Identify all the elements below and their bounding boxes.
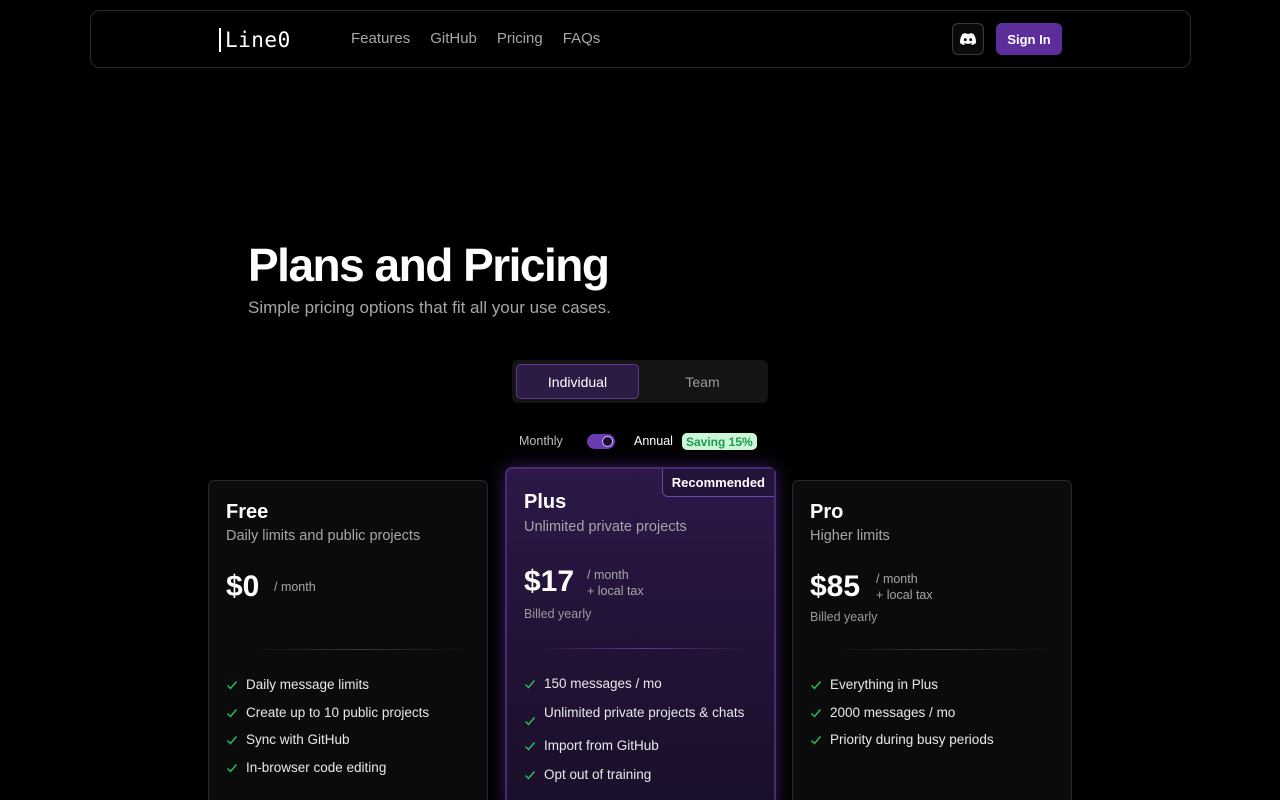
- page-title: Plans and Pricing: [248, 239, 610, 291]
- nav-links: Features GitHub Pricing FAQs: [351, 30, 620, 47]
- billed-text: Billed yearly: [524, 607, 592, 621]
- saving-badge: Saving 15%: [682, 433, 757, 450]
- billing-period-toggle[interactable]: [587, 434, 615, 449]
- plan-period: / month + local tax: [876, 571, 933, 603]
- feature-item: Everything in Plus: [810, 675, 1060, 695]
- logo-text: Line: [225, 28, 278, 52]
- plan-price: $17: [524, 565, 575, 598]
- billing-monthly-label[interactable]: Monthly: [519, 434, 563, 448]
- nav-link-faqs[interactable]: FAQs: [563, 30, 601, 47]
- feature-item: Sync with GitHub: [226, 730, 476, 750]
- feature-item: In-browser code editing: [226, 758, 476, 778]
- toggle-knob: [602, 436, 613, 447]
- nav-link-github[interactable]: GitHub: [430, 30, 477, 47]
- feature-item: Unlimited private projects & chats: [524, 703, 749, 727]
- feature-list: Everything in Plus 2000 messages / mo Pr…: [810, 675, 1060, 758]
- plan-name: Free: [226, 501, 269, 523]
- plan-period-text: / month: [587, 568, 629, 582]
- feature-item: 150 messages / mo: [524, 674, 749, 694]
- plan-card-pro: Pro Higher limits $85 / month + local ta…: [792, 480, 1072, 800]
- plan-card-plus: Recommended Plus Unlimited private proje…: [505, 467, 776, 800]
- plan-tax-text: + local tax: [876, 588, 933, 602]
- feature-text: Priority during busy periods: [830, 732, 994, 748]
- discord-icon: [960, 33, 976, 45]
- feature-text: Opt out of training: [544, 767, 652, 782]
- card-divider: [833, 649, 1053, 650]
- feature-text: Everything in Plus: [830, 677, 939, 692]
- plan-name: Pro: [810, 501, 844, 523]
- plan-period: / month: [274, 580, 316, 594]
- feature-text: 2000 messages / mo: [830, 704, 956, 720]
- feature-list: 150 messages / mo Unlimited private proj…: [524, 674, 749, 794]
- top-navbar: Line 0 Features GitHub Pricing FAQs Sign…: [90, 10, 1191, 68]
- check-icon: [811, 681, 822, 690]
- nav-link-features[interactable]: Features: [351, 30, 410, 47]
- plan-price: $85: [810, 570, 861, 603]
- check-icon: [525, 717, 536, 726]
- feature-item: 2000 messages / mo: [810, 703, 1060, 723]
- logo-bar: [219, 28, 221, 52]
- feature-text: Import from GitHub: [544, 738, 659, 753]
- feature-list: Daily message limits Create up to 10 pub…: [226, 675, 476, 786]
- feature-item: Priority during busy periods: [810, 730, 1060, 750]
- check-icon: [525, 680, 536, 689]
- card-divider: [249, 649, 469, 650]
- feature-text: Unlimited private projects & chats: [544, 705, 745, 720]
- feature-text: In-browser code editing: [246, 760, 387, 776]
- recommended-badge: Recommended: [661, 469, 774, 497]
- check-icon: [227, 708, 238, 718]
- check-icon: [227, 681, 238, 690]
- check-icon: [811, 736, 822, 745]
- check-icon: [227, 736, 238, 745]
- feature-text: 150 messages / mo: [544, 676, 662, 691]
- plan-card-free: Free Daily limits and public projects $0…: [208, 480, 488, 800]
- feature-text: Create up to 10 public projects: [246, 704, 430, 720]
- plan-description: Daily limits and public projects: [226, 528, 421, 544]
- plan-description: Unlimited private projects: [524, 519, 687, 535]
- billed-text: Billed yearly: [810, 610, 878, 624]
- plan-type-tabs: Individual Team: [512, 360, 768, 403]
- feature-item: Import from GitHub: [524, 736, 749, 756]
- feature-item: Daily message limits: [226, 675, 476, 695]
- tab-individual[interactable]: Individual: [516, 364, 639, 399]
- feature-item: Opt out of training: [524, 765, 749, 785]
- plan-period: / month + local tax: [587, 567, 644, 599]
- card-divider: [537, 648, 747, 649]
- plan-price: $0: [226, 570, 260, 603]
- check-icon: [811, 708, 822, 718]
- feature-item: Create up to 10 public projects: [226, 703, 476, 723]
- check-icon: [227, 764, 238, 773]
- nav-link-pricing[interactable]: Pricing: [497, 30, 543, 47]
- logo-suffix: 0: [277, 28, 291, 52]
- plan-period-text: / month: [876, 572, 918, 586]
- plan-description: Higher limits: [810, 528, 890, 544]
- feature-text: Sync with GitHub: [246, 732, 350, 748]
- tab-team[interactable]: Team: [641, 364, 764, 399]
- sign-in-button[interactable]: Sign In: [996, 23, 1062, 55]
- discord-button[interactable]: [952, 23, 984, 55]
- check-icon: [525, 742, 536, 751]
- logo[interactable]: Line 0: [219, 27, 291, 53]
- plan-name: Plus: [524, 491, 567, 513]
- plan-tax-text: + local tax: [587, 584, 644, 598]
- billing-annual-label[interactable]: Annual: [634, 434, 673, 448]
- feature-text: Daily message limits: [246, 677, 370, 692]
- check-icon: [525, 771, 536, 780]
- page-subtitle: Simple pricing options that fit all your…: [248, 298, 611, 317]
